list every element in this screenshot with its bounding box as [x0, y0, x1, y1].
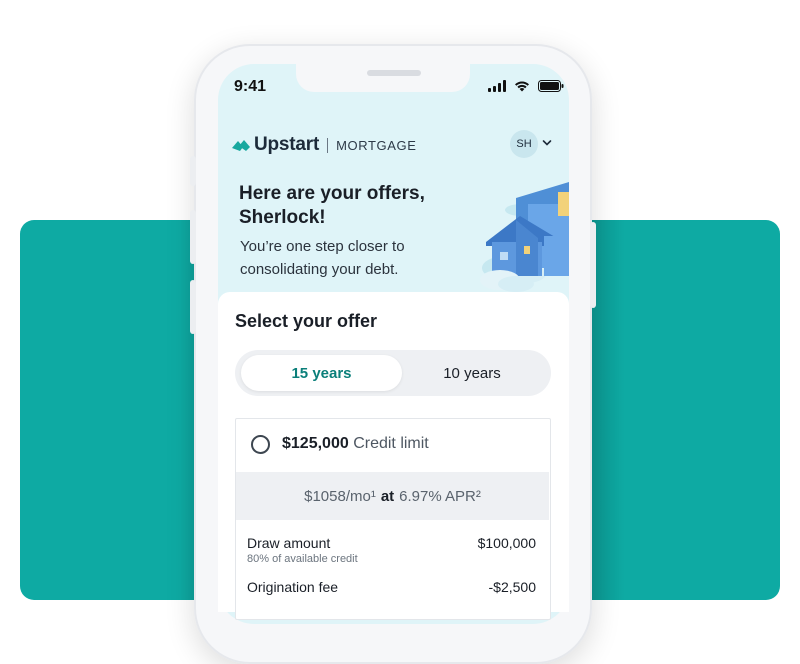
- product-name: MORTGAGE: [336, 137, 417, 153]
- offer-rate: $1058/mo¹ at 6.97% APR²: [236, 472, 549, 520]
- upstart-logo[interactable]: Upstart MORTGAGE: [232, 134, 417, 156]
- phone-power-button: [590, 222, 596, 308]
- page-title-line: Sherlock!: [239, 207, 326, 228]
- offer-credit-label: Credit limit: [353, 435, 429, 452]
- page-title-line: Here are your offers,: [239, 183, 425, 204]
- apr-value: 6.97% APR²: [399, 487, 481, 505]
- page-subtitle-line: consolidating your debt.: [240, 261, 399, 278]
- status-time: 9:41: [234, 78, 267, 95]
- page-subtitle-line: You’re one step closer to: [240, 238, 405, 255]
- phone-volume-up-button: [190, 210, 196, 264]
- battery-icon: [538, 80, 564, 92]
- offer-radio-button[interactable]: [251, 435, 270, 454]
- user-avatar[interactable]: SH: [510, 130, 538, 158]
- page-subtitle: You’re one step closer to consolidating …: [240, 235, 450, 281]
- draw-amount-value: $100,000: [477, 535, 536, 551]
- tab-10-years[interactable]: 10 years: [402, 355, 542, 391]
- monthly-payment: $1058/mo¹: [304, 487, 376, 505]
- wifi-icon: [515, 81, 529, 92]
- phone-notch: [296, 64, 470, 92]
- tab-15-years[interactable]: 15 years: [241, 355, 402, 391]
- page-title: Here are your offers, Sherlock!: [239, 182, 469, 230]
- chevron-down-icon[interactable]: [542, 139, 552, 147]
- phone-speaker: [367, 70, 421, 76]
- section-title: Select your offer: [235, 311, 378, 331]
- logo-divider: [327, 137, 329, 153]
- draw-amount-label: Draw amount: [247, 535, 331, 551]
- cellular-signal-icon: [488, 80, 506, 92]
- upstart-logo-icon: [232, 140, 250, 151]
- origination-fee-value: -$2,500: [488, 579, 536, 595]
- phone-side-button: [190, 156, 196, 186]
- status-icons: [488, 80, 564, 92]
- draw-amount-sublabel: 80% of available credit: [247, 553, 358, 565]
- rate-connector: at: [380, 487, 395, 505]
- house-illustration: [480, 182, 569, 292]
- origination-fee-label: Origination fee: [247, 579, 339, 595]
- offer-amount: $125,000 Credit limit: [282, 435, 429, 453]
- offer-credit-amount: $125,000: [282, 435, 349, 452]
- phone-volume-down-button: [190, 280, 196, 334]
- brand-name: Upstart: [254, 134, 320, 155]
